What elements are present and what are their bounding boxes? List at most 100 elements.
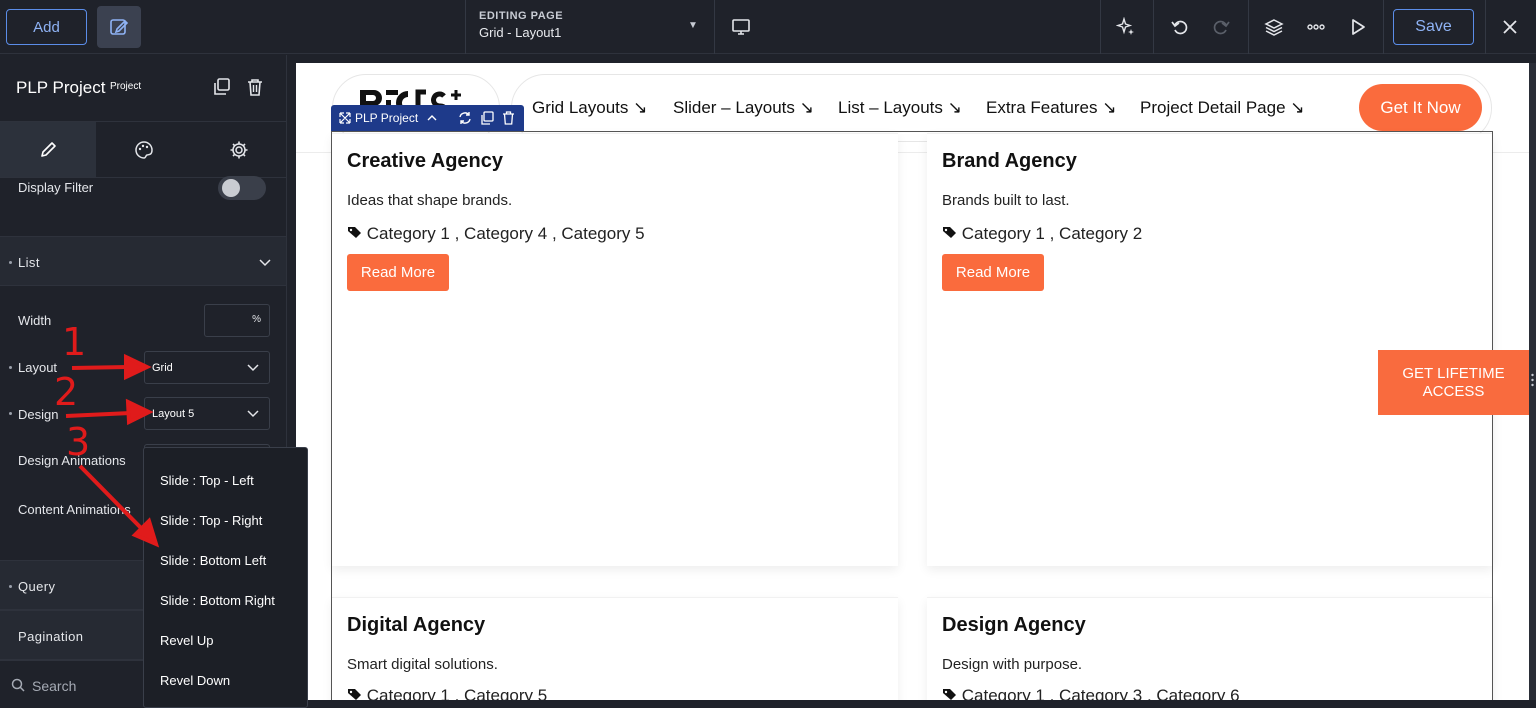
nav-item-project-detail[interactable]: Project Detail Page ↘ [1140,98,1305,118]
trash-icon[interactable] [502,111,515,125]
dropdown-option[interactable]: Slide : Top - Right [160,513,262,528]
nav-item-list-layouts[interactable]: List – Layouts ↘ [838,98,962,118]
layout-label: Layout [18,360,58,375]
dropdown-option[interactable]: Slide : Top - Left [160,473,254,488]
width-unit: % [252,314,261,325]
width-label: Width [18,313,52,328]
layout-select-value: Grid [152,362,173,374]
search-icon [11,678,25,692]
bullet-dot [9,366,12,369]
bullet-dot [9,585,12,588]
palette-icon [134,140,153,159]
list-section-header[interactable]: List [0,236,286,286]
pencil-icon [41,141,56,157]
nav-item-slider-layouts[interactable]: Slider – Layouts ↘ [673,98,814,118]
toolbar-divider [1100,0,1101,54]
editing-page-selector[interactable]: EDITING PAGE Grid - Layout1 [479,10,563,40]
get-it-now-button[interactable]: Get It Now [1359,84,1482,131]
tab-content[interactable] [0,122,96,177]
annotation-number: 2 [54,370,79,414]
delete-widget-button[interactable] [245,77,265,97]
play-icon [1352,19,1365,35]
annotation-number: 3 [66,420,91,464]
copy-icon [214,78,230,95]
panel-badge: Project [110,81,142,92]
lifetime-access-line: ACCESS [1422,383,1485,400]
bullet-dot [9,412,12,415]
canvas-scrollbar[interactable] [1529,63,1536,700]
widget-name: PLP Project [355,111,419,125]
toolbar-divider [1153,0,1154,54]
duplicate-widget-button[interactable] [212,77,232,97]
content-animations-label: Content Animations [18,502,131,517]
undo-icon [1171,20,1188,35]
redo-button[interactable] [1207,13,1235,41]
editing-page-value: Grid - Layout1 [479,25,562,40]
redo-icon [1213,20,1230,35]
display-filter-toggle[interactable] [218,176,266,200]
panel-tabs [0,121,286,178]
edit-icon [110,19,129,35]
chevron-up-icon[interactable] [427,114,437,122]
close-editor-button[interactable] [1496,13,1524,41]
animation-options-dropdown: Slide : Top - Left Slide : Top - Right S… [143,447,308,708]
chevron-down-icon [247,410,259,418]
chevron-down-icon [247,364,259,372]
dropdown-option[interactable]: Slide : Bottom Right [160,593,275,608]
editor-toolbar: Add EDITING PAGE Grid - Layout1 ▼ Save [0,0,1536,54]
layout-select[interactable]: Grid [144,351,270,384]
dropdown-option[interactable]: Revel Down [160,673,230,688]
bullet-dot [9,261,12,264]
layers-button[interactable] [1260,13,1288,41]
chevron-down-icon [259,259,271,267]
more-icon [1307,24,1325,30]
design-select-value: Layout 5 [152,408,195,420]
desktop-preview-button[interactable] [727,13,755,41]
close-icon [1503,20,1517,34]
widget-handle[interactable]: PLP Project [331,105,524,131]
annotation-number: 1 [62,320,87,364]
edit-mode-button[interactable] [97,6,141,48]
dropdown-option[interactable]: Slide : Bottom Left [160,553,266,568]
design-select[interactable]: Layout 5 [144,397,270,430]
undo-button[interactable] [1166,13,1194,41]
lifetime-access-line: GET LIFETIME [1402,365,1505,382]
panel-title: PLP Project [16,78,106,97]
sparkle-icon [1116,17,1134,35]
toggle-knob [222,179,240,197]
nav-item-extra-features[interactable]: Extra Features ↘ [986,98,1116,118]
width-input[interactable]: % [204,304,270,337]
tab-advanced[interactable] [191,122,286,177]
trash-icon [248,79,262,96]
query-section-title: Query [18,579,56,594]
toolbar-divider [714,0,715,54]
copy-icon[interactable] [480,111,494,125]
chevron-down-icon[interactable]: ▼ [688,20,698,31]
add-button[interactable]: Add [6,9,87,45]
page-canvas: Grid Layouts ↘ Slider – Layouts ↘ List –… [296,63,1529,700]
display-filter-label: Display Filter [18,180,94,195]
design-label: Design [18,407,59,422]
refresh-icon[interactable] [458,111,472,125]
layers-icon [1264,19,1284,36]
toolbar-divider [1485,0,1486,54]
dropdown-option[interactable]: Revel Up [160,633,213,648]
ai-button[interactable] [1112,13,1140,41]
list-section-title: List [18,255,40,270]
save-button[interactable]: Save [1393,9,1474,45]
toolbar-divider [1383,0,1384,54]
gear-icon [230,141,248,158]
editing-page-label: EDITING PAGE [479,10,564,22]
tab-style[interactable] [96,122,192,177]
desktop-icon [732,19,750,35]
pagination-section-title: Pagination [18,629,84,644]
more-button[interactable] [1302,13,1330,41]
toolbar-divider [465,0,466,54]
lifetime-access-button[interactable]: GET LIFETIME ACCESS [1378,350,1529,415]
toolbar-divider [1248,0,1249,54]
nav-item-grid-layouts[interactable]: Grid Layouts ↘ [532,98,647,118]
preview-play-button[interactable] [1344,13,1372,41]
selected-widget-outline [331,131,1493,700]
move-icon[interactable] [339,112,351,124]
drag-handle-icon [1531,373,1534,387]
